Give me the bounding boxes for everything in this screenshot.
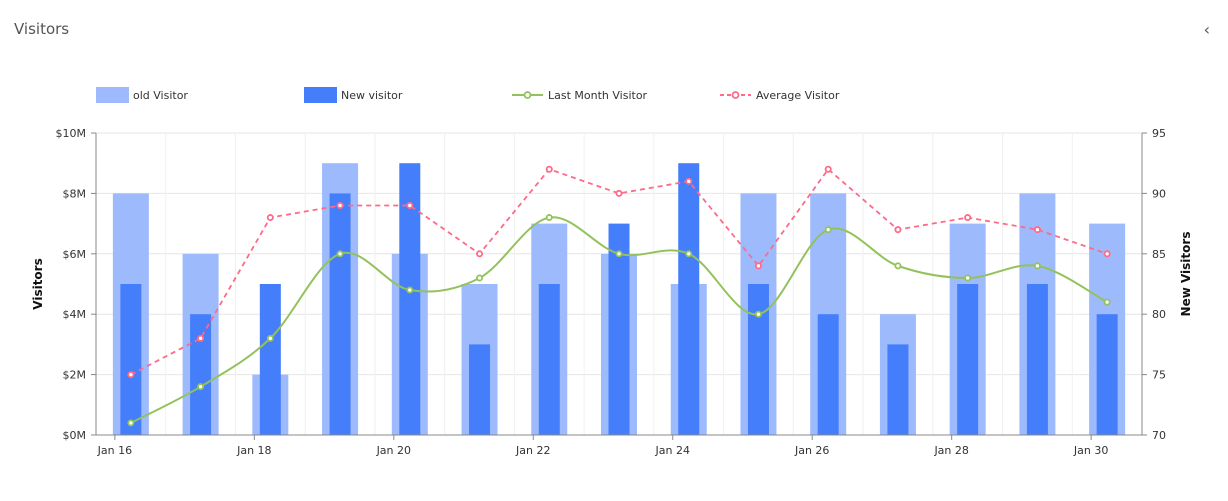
bar-new-visitor xyxy=(329,193,351,435)
bar-new-visitor xyxy=(678,163,700,435)
x-tick-label: Jan 24 xyxy=(655,444,690,457)
y-left-tick-label: $6M xyxy=(63,248,87,261)
legend-item[interactable]: New visitor xyxy=(304,87,403,103)
y-left-tick-label: $0M xyxy=(63,429,87,442)
last-month-visitor-point xyxy=(964,274,972,282)
y-left-tick-label: $10M xyxy=(56,127,87,140)
x-tick-label: Jan 30 xyxy=(1073,444,1108,457)
average-visitor-point xyxy=(197,334,205,342)
x-tick-label: Jan 18 xyxy=(236,444,271,457)
y-left-axis-title: Visitors xyxy=(31,258,45,310)
bar-new-visitor xyxy=(817,314,839,435)
last-month-visitor-point xyxy=(894,262,902,270)
legend-item[interactable]: Average Visitor xyxy=(720,89,840,102)
average-visitor-point xyxy=(1103,250,1111,258)
bar-new-visitor xyxy=(120,284,142,435)
bar-new-visitor xyxy=(957,284,979,435)
legend-label: old Visitor xyxy=(133,89,188,102)
legend-swatch xyxy=(96,87,129,103)
y-right-tick-label: 95 xyxy=(1152,127,1166,140)
average-visitor-point xyxy=(894,226,902,234)
last-month-visitor-point xyxy=(197,383,205,391)
average-visitor-point xyxy=(266,214,274,222)
bar-new-visitor xyxy=(887,344,909,435)
last-month-visitor-point xyxy=(1103,298,1111,306)
y-left-tick-label: $2M xyxy=(63,369,87,382)
last-month-visitor-point xyxy=(127,419,135,427)
y-right-tick-label: 70 xyxy=(1152,429,1166,442)
bar-new-visitor xyxy=(747,284,769,435)
x-tick-label: Jan 16 xyxy=(97,444,132,457)
legend-label: New visitor xyxy=(341,89,403,102)
legend-item[interactable]: Last Month Visitor xyxy=(512,89,648,102)
y-right-tick-label: 80 xyxy=(1152,308,1166,321)
legend-marker xyxy=(731,91,740,99)
last-month-visitor-point xyxy=(685,250,693,258)
y-right-tick-label: 85 xyxy=(1152,248,1166,261)
legend-swatch xyxy=(304,87,337,103)
average-visitor-point xyxy=(545,165,553,173)
x-tick-label: Jan 28 xyxy=(933,444,968,457)
average-visitor-point xyxy=(685,177,693,185)
bar-new-visitor xyxy=(469,344,491,435)
y-left-tick-label: $8M xyxy=(63,187,87,200)
average-visitor-point xyxy=(754,262,762,270)
last-month-visitor-point xyxy=(545,214,553,222)
y-left-tick-label: $4M xyxy=(63,308,87,321)
bar-new-visitor xyxy=(259,284,281,435)
average-visitor-point xyxy=(476,250,484,258)
legend-label: Average Visitor xyxy=(756,89,840,102)
bar-new-visitor xyxy=(1096,314,1118,435)
bars xyxy=(112,163,1126,435)
last-month-visitor-point xyxy=(476,274,484,282)
x-tick-label: Jan 26 xyxy=(794,444,829,457)
y-right-tick-label: 90 xyxy=(1152,187,1166,200)
last-month-visitor-point xyxy=(1033,262,1041,270)
last-month-visitor-point xyxy=(615,250,623,258)
average-visitor-point xyxy=(336,201,344,209)
last-month-visitor-point xyxy=(336,250,344,258)
average-visitor-point xyxy=(1033,226,1041,234)
average-visitor-point xyxy=(406,201,414,209)
y-right-axis-title: New Visitors xyxy=(1179,232,1193,317)
bar-new-visitor xyxy=(1026,284,1048,435)
legend-marker xyxy=(523,91,532,99)
average-visitor-point xyxy=(824,165,832,173)
legend-label: Last Month Visitor xyxy=(548,89,648,102)
last-month-visitor-point xyxy=(266,334,274,342)
average-visitor-point xyxy=(615,189,623,197)
last-month-visitor-point xyxy=(824,226,832,234)
last-month-visitor-point xyxy=(754,310,762,318)
last-month-visitor-point xyxy=(406,286,414,294)
visitors-chart: $0M $2M $4M $6M $8M $10M 70 75 80 85 90 95 Jan 16 Jan… xyxy=(31,87,1193,457)
bar-new-visitor xyxy=(190,314,212,435)
average-visitor-point xyxy=(964,214,972,222)
legend-item[interactable]: old Visitor xyxy=(96,87,188,103)
legend[interactable]: old Visitor New visitor Last Month Visitor… xyxy=(96,87,840,103)
x-tick-label: Jan 22 xyxy=(515,444,550,457)
y-right-tick-label: 75 xyxy=(1152,369,1166,382)
bar-new-visitor xyxy=(538,284,560,435)
average-visitor-point xyxy=(127,371,135,379)
x-tick-label: Jan 20 xyxy=(376,444,411,457)
